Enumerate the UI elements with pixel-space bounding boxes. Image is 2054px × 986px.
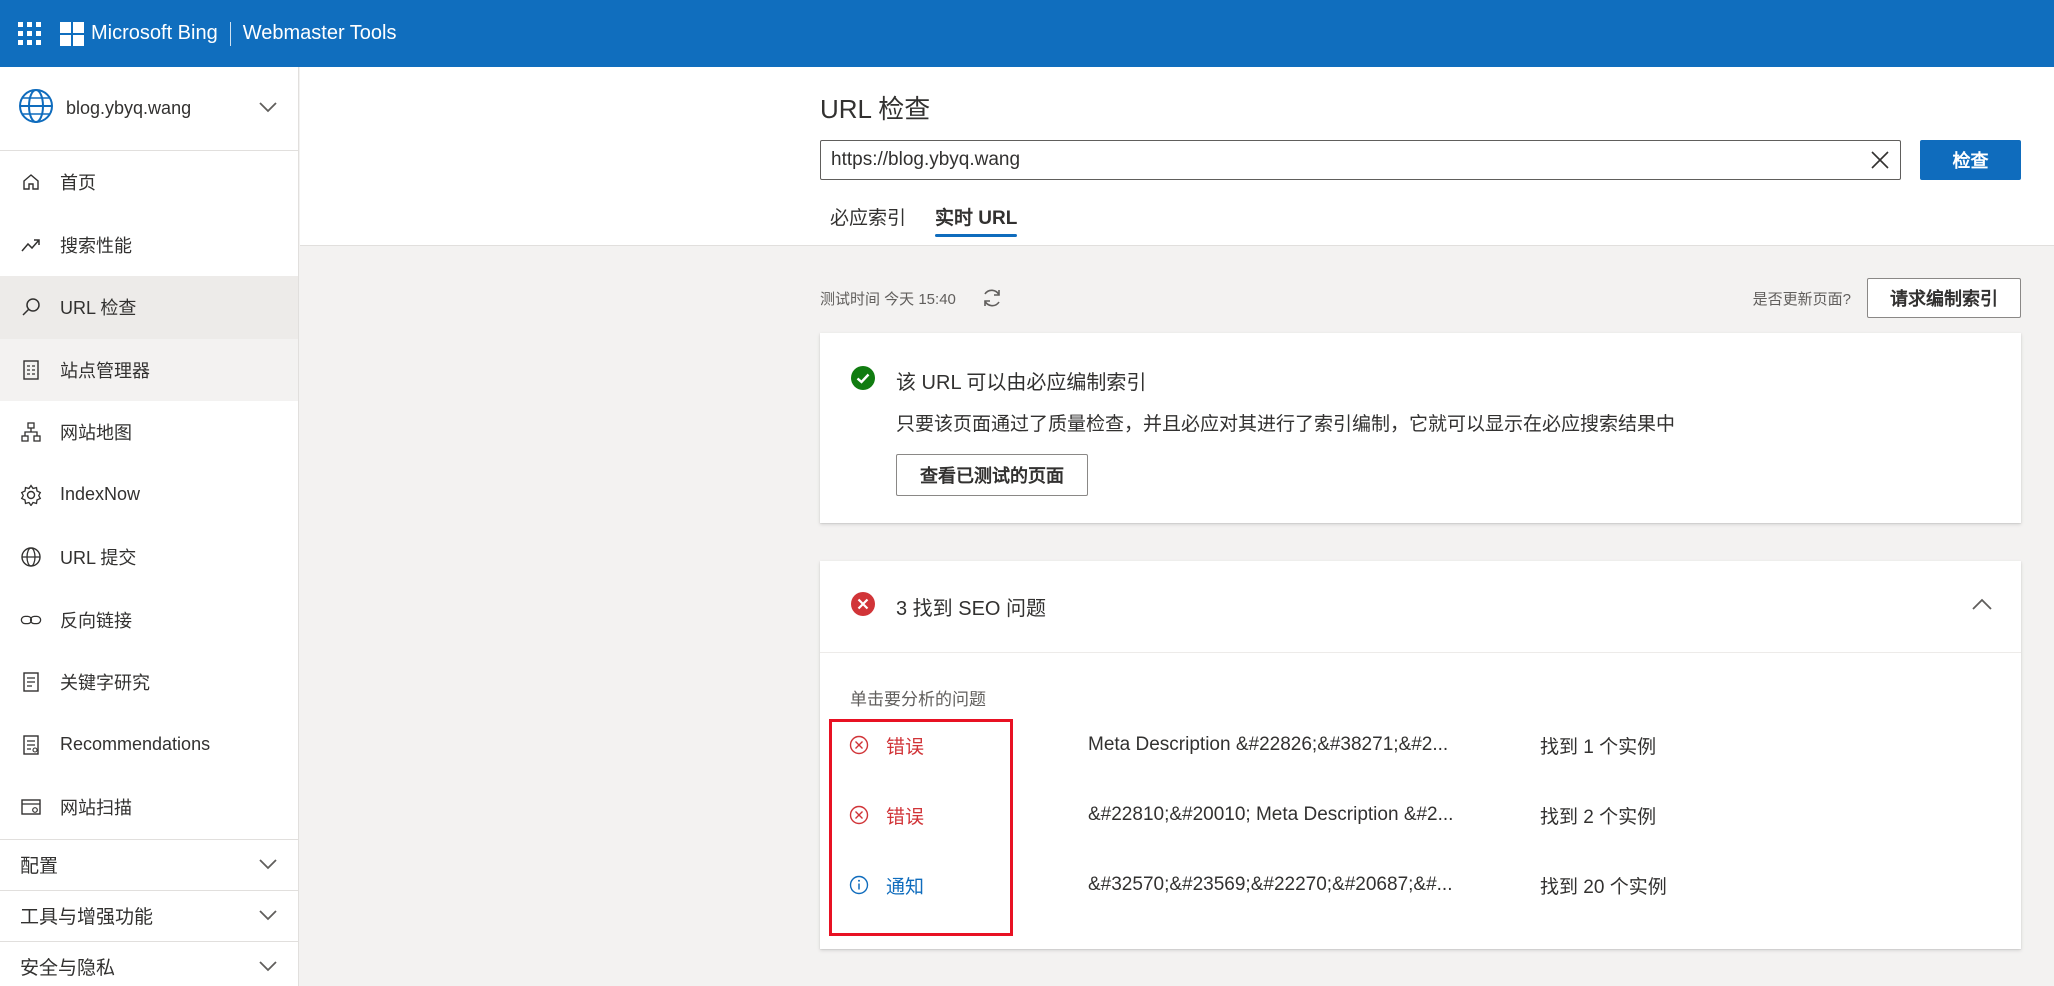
product-name[interactable]: Webmaster Tools bbox=[243, 22, 397, 45]
close-icon[interactable] bbox=[1860, 141, 1900, 179]
sidebar-item-label: URL 提交 bbox=[60, 548, 137, 569]
request-indexing-button[interactable]: 请求编制索引 bbox=[1867, 278, 2021, 318]
sidebar-item-indexnow[interactable]: IndexNow bbox=[0, 464, 298, 527]
sidebar-group-label: 工具与增强功能 bbox=[20, 907, 154, 928]
seo-issues-title: 3 找到 SEO 问题 bbox=[896, 598, 1047, 620]
sidebar-group-label: 配置 bbox=[20, 856, 59, 877]
trend-icon bbox=[20, 234, 42, 256]
issue-count: 找到 2 个实例 bbox=[1540, 806, 1657, 828]
app-launcher-icon[interactable] bbox=[14, 19, 44, 49]
error-circle-icon bbox=[850, 591, 876, 622]
update-question: 是否更新页面? bbox=[1752, 290, 1851, 308]
indexable-status-card: 该 URL 可以由必应编制索引 只要该页面通过了质量检查，并且必应对其进行了索引… bbox=[820, 333, 2021, 523]
site-selector[interactable]: blog.ybyq.wang bbox=[0, 67, 298, 151]
sidebar-group-label: 安全与隐私 bbox=[20, 958, 116, 979]
globe-icon bbox=[20, 546, 42, 568]
document-icon bbox=[20, 734, 42, 756]
issue-description: Meta Description &#22826;&#38271;&#2... bbox=[1088, 734, 1449, 755]
sidebar-group-tools[interactable]: 工具与增强功能 bbox=[0, 889, 298, 941]
issue-description: &#22810;&#20010; Meta Description &#2... bbox=[1088, 804, 1454, 825]
chevron-down-icon bbox=[258, 905, 278, 927]
sidebar-item-label: 站点管理器 bbox=[60, 360, 150, 381]
microsoft-logo-icon bbox=[60, 21, 84, 46]
chevron-down-icon bbox=[258, 100, 278, 118]
tab-bar: 必应索引 实时 URL bbox=[820, 187, 1027, 245]
sidebar-item-home[interactable]: 首页 bbox=[0, 151, 298, 214]
issue-count: 找到 20 个实例 bbox=[1540, 876, 1667, 898]
page-title: URL 检查 bbox=[820, 94, 931, 124]
top-bar: Microsoft Bing Webmaster Tools bbox=[0, 0, 2054, 67]
sidebar-item-label: IndexNow bbox=[60, 484, 141, 505]
sidebar-item-keyword-research[interactable]: 关键字研究 bbox=[0, 651, 298, 714]
sidebar-item-label: 网站地图 bbox=[60, 423, 132, 444]
gear-icon bbox=[20, 484, 42, 506]
sidebar-item-label: URL 检查 bbox=[60, 298, 137, 319]
sidebar-item-label: Recommendations bbox=[60, 734, 211, 755]
sidebar-item-label: 关键字研究 bbox=[60, 673, 150, 694]
sidebar-item-site-scan[interactable]: 网站扫描 bbox=[0, 776, 298, 839]
globe-icon bbox=[18, 88, 54, 129]
sidebar-item-search-performance[interactable]: 搜索性能 bbox=[0, 214, 298, 277]
document-icon bbox=[20, 359, 42, 381]
sidebar-item-recommendations[interactable]: Recommendations bbox=[0, 714, 298, 777]
seo-issues-header[interactable]: 3 找到 SEO 问题 bbox=[820, 561, 2021, 653]
check-circle-icon bbox=[850, 365, 876, 396]
tab-live-url[interactable]: 实时 URL bbox=[925, 187, 1027, 245]
annotation-highlight-box bbox=[829, 719, 1013, 936]
sidebar-item-label: 搜索性能 bbox=[60, 235, 132, 256]
test-time: 测试时间 今天 15:40 bbox=[820, 290, 956, 308]
inspect-button[interactable]: 检查 bbox=[1920, 140, 2021, 180]
sitemap-icon bbox=[20, 421, 42, 443]
chevron-down-icon bbox=[258, 854, 278, 876]
sidebar-item-backlinks[interactable]: 反向链接 bbox=[0, 589, 298, 652]
sidebar-item-sitemaps[interactable]: 网站地图 bbox=[0, 401, 298, 464]
status-title: 该 URL 可以由必应编制索引 bbox=[896, 372, 1147, 394]
chevron-up-icon[interactable] bbox=[1971, 597, 1993, 616]
chevron-down-icon bbox=[258, 956, 278, 978]
sidebar: blog.ybyq.wang 首页 搜索性能 URL 检查 站点管理器 网站地图… bbox=[0, 67, 299, 986]
document-icon bbox=[20, 671, 42, 693]
brand-divider bbox=[229, 21, 231, 46]
issue-row[interactable]: 错误 Meta Description &#22826;&#38271;&#2.… bbox=[848, 720, 1988, 770]
issue-row[interactable]: 错误 &#22810;&#20010; Meta Description &#2… bbox=[848, 790, 1988, 840]
issue-description: &#32570;&#23569;&#22270;&#20687;&#... bbox=[1088, 874, 1453, 895]
link-icon bbox=[20, 609, 42, 631]
issues-hint: 单击要分析的问题 bbox=[850, 690, 986, 709]
sidebar-item-url-inspection[interactable]: URL 检查 bbox=[0, 276, 298, 339]
sidebar-group-configuration[interactable]: 配置 bbox=[0, 838, 298, 890]
sidebar-item-label: 反向链接 bbox=[60, 610, 132, 631]
status-description: 只要该页面通过了质量检查，并且必应对其进行了索引编制，它就可以显示在必应搜索结果… bbox=[896, 414, 1676, 435]
sidebar-item-label: 网站扫描 bbox=[60, 798, 132, 819]
brand-name[interactable]: Microsoft Bing bbox=[91, 22, 218, 45]
test-info-row: 测试时间 今天 15:40 是否更新页面? 请求编制索引 bbox=[820, 275, 2021, 321]
site-name: blog.ybyq.wang bbox=[66, 98, 192, 118]
scan-icon bbox=[20, 796, 42, 818]
sidebar-group-security[interactable]: 安全与隐私 bbox=[0, 940, 298, 986]
sidebar-item-url-submission[interactable]: URL 提交 bbox=[0, 526, 298, 589]
sidebar-item-site-explorer[interactable]: 站点管理器 bbox=[0, 338, 298, 401]
home-icon bbox=[20, 171, 42, 193]
refresh-icon[interactable] bbox=[978, 284, 1006, 312]
url-input[interactable] bbox=[821, 149, 1860, 171]
search-icon bbox=[20, 296, 42, 318]
issue-row[interactable]: 通知 &#32570;&#23569;&#22270;&#20687;&#...… bbox=[848, 860, 1988, 910]
view-tested-page-button[interactable]: 查看已测试的页面 bbox=[896, 454, 1088, 496]
page-header: URL 检查 检查 必应索引 实时 URL bbox=[300, 67, 2054, 246]
url-input-box bbox=[820, 140, 1901, 180]
issue-count: 找到 1 个实例 bbox=[1540, 736, 1657, 758]
tab-bing-index[interactable]: 必应索引 bbox=[820, 187, 916, 245]
sidebar-item-label: 首页 bbox=[60, 173, 96, 194]
